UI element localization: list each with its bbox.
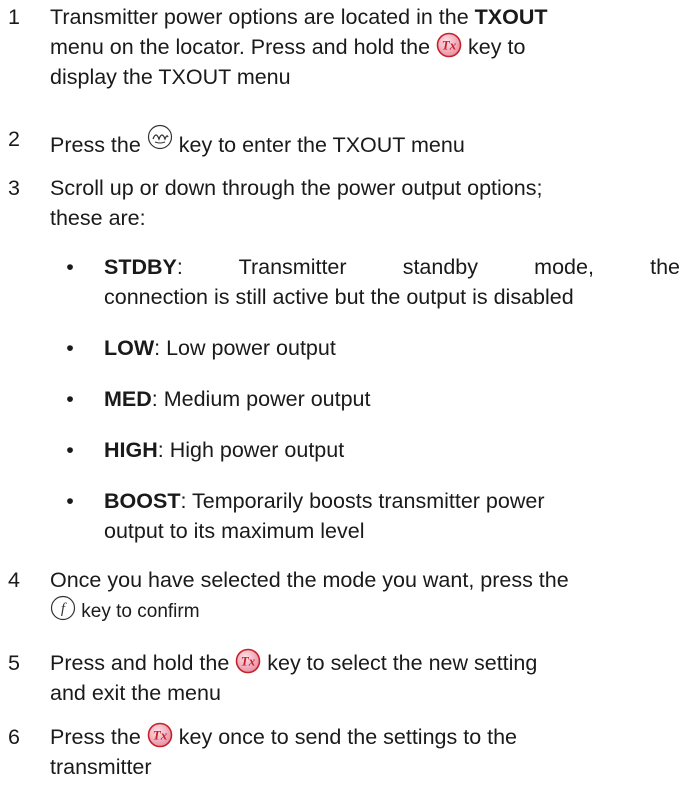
- step-1-line-2-wrap: menu on the locator. Press and hold the …: [50, 32, 680, 62]
- step-1-line-3: display the TXOUT menu: [50, 65, 291, 89]
- step-6-line-2: transmitter: [50, 755, 152, 779]
- option-high-text: HIGH: High power output: [104, 435, 680, 465]
- option-desc: : Medium power output: [151, 387, 371, 411]
- txout-menu-name: TXOUT: [474, 5, 548, 29]
- step-4-line-2-wrap: f key to confirm: [50, 595, 680, 627]
- step-1-line-2-end: key to: [462, 35, 526, 59]
- step-4-line-2: key to confirm: [76, 601, 200, 622]
- option-boost-line-1: BOOST: Temporarily boosts transmitter po…: [104, 486, 680, 516]
- option-stdby-line-1: STDBY: Transmitter standby mode, the: [104, 252, 680, 282]
- tx-key-icon: Tx: [235, 648, 261, 674]
- step-6-line-1-end: key once to send the settings to the: [172, 725, 518, 749]
- step-6-line-1-wrap: Press the Tx key once to send the settin…: [50, 722, 680, 752]
- option-boost-line-2: output to its maximum level: [104, 519, 365, 543]
- step-5-line-2: and exit the menu: [50, 681, 221, 705]
- tx-icon-label: Tx: [153, 728, 168, 743]
- step-number: 2: [8, 127, 20, 151]
- step-4-line-1: Once you have selected the mode you want…: [50, 568, 569, 592]
- step-3-line-2: these are:: [50, 206, 146, 230]
- step-text: Transmitter power options are located in…: [50, 2, 680, 32]
- tx-icon-label: Tx: [241, 654, 256, 669]
- option-name: BOOST: [104, 489, 181, 513]
- bullet: •: [66, 387, 74, 411]
- step-3-line-1: Scroll up or down through the power outp…: [50, 176, 543, 200]
- function-key-icon: f: [50, 595, 76, 621]
- step-number: 3: [8, 176, 20, 200]
- bullet: •: [66, 489, 74, 513]
- step-5-line-1-end: key to select the new setting: [261, 651, 538, 675]
- antenna-key-icon: [147, 124, 173, 150]
- bullet: •: [66, 336, 74, 360]
- step-1-line-1: Transmitter power options are located in…: [50, 5, 475, 29]
- option-med-text: MED: Medium power output: [104, 384, 680, 414]
- option-stdby-line-2: connection is still active but the outpu…: [104, 285, 574, 309]
- option-name: MED: [104, 387, 152, 411]
- option-low-text: LOW: Low power output: [104, 333, 680, 363]
- step-5-line-1-wrap: Press and hold the Tx key to select the …: [50, 648, 680, 678]
- bullet: •: [66, 255, 74, 279]
- step-2-text-start: Press the: [50, 133, 147, 157]
- step-number: 1: [8, 5, 20, 29]
- option-desc: : Temporarily boosts transmitter power: [180, 489, 545, 513]
- step-5-line-1-start: Press and hold the: [50, 651, 236, 675]
- bullet: •: [66, 438, 74, 462]
- instructions-document: 1 Transmitter power options are located …: [0, 0, 685, 789]
- step-1-line-2: menu on the locator. Press and hold the: [50, 35, 437, 59]
- tx-icon-label: Tx: [442, 38, 457, 53]
- step-2-text-end: key to enter the TXOUT menu: [172, 133, 465, 157]
- option-name: HIGH: [104, 438, 158, 462]
- option-name: LOW: [104, 336, 155, 360]
- option-desc: : Transmitter standby mode, the: [176, 255, 680, 279]
- step-number: 5: [8, 651, 20, 675]
- option-name: STDBY: [104, 255, 177, 279]
- step-2-text: Press the key to enter the TXOUT menu: [50, 124, 680, 160]
- option-desc: : High power output: [157, 438, 345, 462]
- tx-key-icon: Tx: [147, 722, 173, 748]
- step-number: 6: [8, 725, 20, 749]
- step-number: 4: [8, 568, 20, 592]
- step-6-line-1-start: Press the: [50, 725, 147, 749]
- tx-key-icon: Tx: [436, 32, 462, 58]
- option-desc: : Low power output: [154, 336, 336, 360]
